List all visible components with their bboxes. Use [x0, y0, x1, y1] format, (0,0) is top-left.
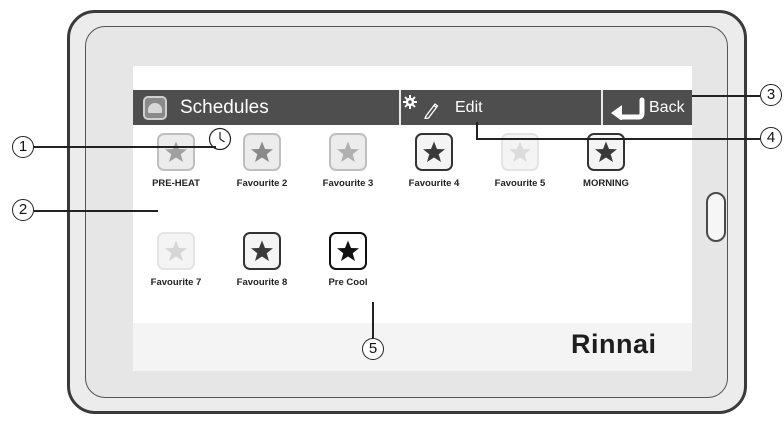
pencil-icon	[424, 103, 439, 119]
favourite-label: MORNING	[583, 178, 629, 189]
favourite-8[interactable]: Favourite 8	[217, 232, 307, 296]
favourite-label: Favourite 4	[408, 178, 460, 189]
footer-bar: Rinnai	[133, 323, 692, 371]
star-icon	[251, 141, 273, 162]
favourite-7[interactable]: Favourite 7	[133, 232, 221, 296]
star-icon	[423, 141, 445, 162]
star-icon	[337, 240, 359, 261]
callout-leader	[476, 122, 478, 138]
favourite-4[interactable]: Favourite 4	[389, 133, 479, 197]
star-icon	[509, 141, 531, 162]
back-label: Back	[649, 99, 685, 116]
callout-4: 4	[760, 127, 782, 149]
favourite-label: Favourite 5	[494, 178, 546, 189]
page-title: Schedules	[180, 97, 269, 118]
favourite-label: Favourite 7	[150, 277, 202, 288]
callout-5: 5	[362, 338, 384, 360]
callout-leader	[692, 95, 760, 97]
callout-1: 1	[12, 136, 34, 158]
star-icon	[251, 240, 273, 261]
star-icon	[595, 141, 617, 162]
header-bar: Schedules Edit Back	[133, 90, 692, 125]
favourite-2[interactable]: Favourite 2	[217, 133, 307, 197]
star-icon	[165, 141, 187, 162]
favourite-label: Favourite 2	[236, 178, 288, 189]
callout-leader	[34, 210, 158, 212]
gear-icon	[403, 95, 417, 109]
favourite-label: Favourite 3	[322, 178, 374, 189]
back-arrow-icon	[611, 97, 645, 120]
callout-leader	[34, 146, 216, 148]
home-button[interactable]	[706, 192, 726, 242]
favourite-label: PRE-HEAT	[152, 178, 200, 189]
star-icon	[165, 240, 187, 261]
callout-2: 2	[12, 199, 34, 221]
folder-icon[interactable]	[143, 96, 167, 120]
edit-label: Edit	[455, 99, 483, 116]
favourite-5[interactable]: Favourite 5	[475, 133, 565, 197]
star-icon	[337, 141, 359, 162]
touch-screen: Schedules Edit Back PRE-HEAT Favourite 2…	[133, 66, 692, 371]
favourite-6[interactable]: MORNING	[561, 133, 651, 197]
callout-leader	[372, 302, 374, 338]
callout-3: 3	[760, 84, 782, 106]
favourite-label: Pre Cool	[328, 277, 368, 288]
favourite-label: Favourite 8	[236, 277, 288, 288]
callout-leader	[476, 138, 760, 140]
edit-button[interactable]	[401, 90, 601, 125]
favourite-3[interactable]: Favourite 3	[303, 133, 393, 197]
brand-logo: Rinnai	[571, 329, 657, 359]
favourite-9[interactable]: Pre Cool	[303, 232, 393, 296]
